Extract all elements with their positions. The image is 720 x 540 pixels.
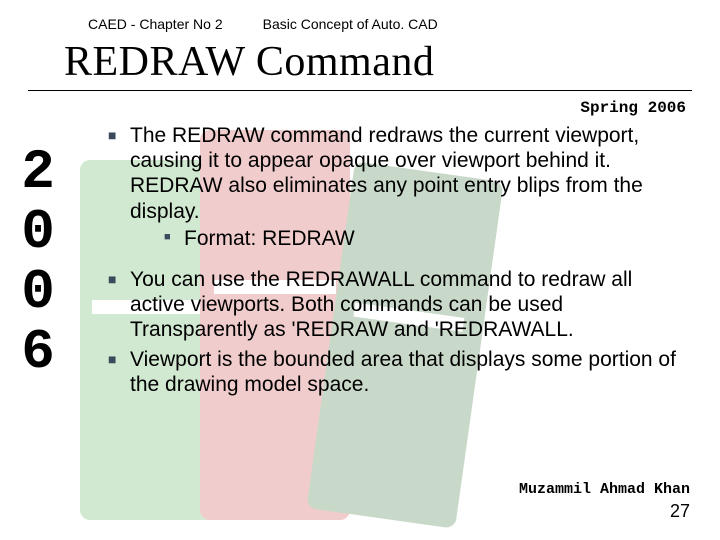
year-vertical: 2006 xyxy=(10,140,66,380)
footer-author: Muzammil Ahmad Khan xyxy=(519,481,690,500)
divider xyxy=(28,90,692,91)
spring-label: Spring 2006 xyxy=(28,99,692,117)
header-right: Basic Concept of Auto. CAD xyxy=(263,16,438,32)
bullet-1: ■ The REDRAW command redraws the current… xyxy=(108,123,684,251)
bullet-3: ■ Viewport is the bounded area that disp… xyxy=(108,347,684,397)
bullet-2: ■ You can use the REDRAWALL command to r… xyxy=(108,267,684,343)
bullet-1-sub-text: Format: REDRAW xyxy=(184,226,355,251)
page-title: REDRAW Command xyxy=(64,38,692,86)
sub-bullet-mark-icon: ■ xyxy=(164,226,184,251)
bullet-mark-icon: ■ xyxy=(108,123,130,251)
bullet-1-sub: ■ Format: REDRAW xyxy=(164,226,684,251)
content-area: ■ The REDRAW command redraws the current… xyxy=(108,123,684,397)
bullet-2-text: You can use the REDRAWALL command to red… xyxy=(130,267,684,343)
bullet-1-text: The REDRAW command redraws the current v… xyxy=(130,124,643,223)
bullet-3-text: Viewport is the bounded area that displa… xyxy=(130,347,684,397)
header-left: CAED - Chapter No 2 xyxy=(88,16,223,32)
bullet-mark-icon: ■ xyxy=(108,267,130,343)
header-row: CAED - Chapter No 2 Basic Concept of Aut… xyxy=(88,16,692,32)
page-number: 27 xyxy=(519,500,690,523)
bullet-mark-icon: ■ xyxy=(108,347,130,397)
footer: Muzammil Ahmad Khan 27 xyxy=(519,481,690,522)
